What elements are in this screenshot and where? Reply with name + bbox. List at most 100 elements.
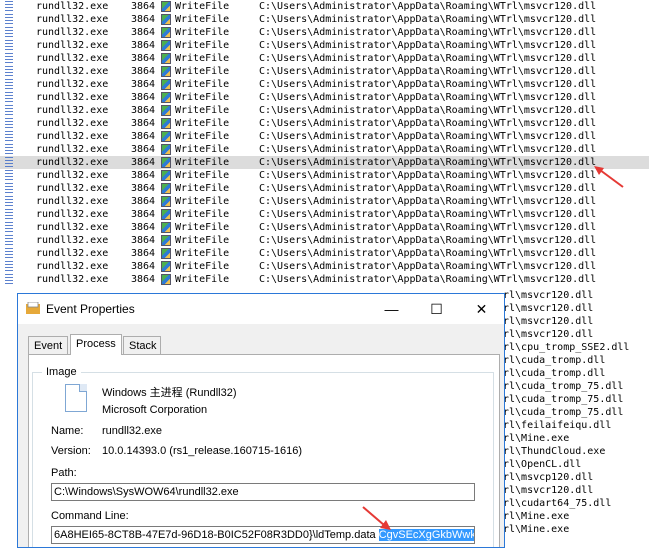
row-gutter-icon (2, 208, 16, 221)
event-row-path-tail[interactable]: rl\cuda_tromp_75.dll (503, 393, 623, 406)
event-row[interactable]: rundll32.exe 3864 WriteFile C:\Users\Admini… (0, 143, 649, 156)
path: C:\Users\Administrator\AppData\Roaming\W… (259, 14, 597, 25)
maximize-button[interactable]: ☐ (414, 294, 459, 324)
event-row[interactable]: rundll32.exe 3864 WriteFile C:\Users\Admini… (0, 104, 649, 117)
tab-stack[interactable]: Stack (123, 336, 161, 354)
pid: 3864 (131, 144, 156, 155)
operation: WriteFile (175, 183, 230, 194)
path: C:\Users\Administrator\AppData\Roaming\W… (259, 222, 597, 233)
write-file-icon (161, 131, 171, 142)
pid: 3864 (131, 79, 156, 90)
pid: 3864 (131, 222, 156, 233)
pid: 3864 (131, 131, 156, 142)
event-row[interactable]: rundll32.exe 3864 WriteFile C:\Users\Admini… (0, 169, 649, 182)
path: C:\Users\Administrator\AppData\Roaming\W… (259, 105, 597, 116)
row-gutter-icon (2, 78, 16, 91)
event-row-path-tail[interactable]: rl\msvcr120.dll (503, 328, 593, 341)
path: C:\Users\Administrator\AppData\Roaming\W… (259, 66, 597, 77)
event-row-path-tail[interactable]: rl\msvcr120.dll (503, 289, 593, 302)
file-icon (65, 384, 87, 412)
event-row[interactable]: rundll32.exe 3864 WriteFile C:\Users\Admini… (0, 273, 649, 286)
event-row[interactable]: rundll32.exe 3864 WriteFile C:\Users\Admini… (0, 39, 649, 52)
event-row-path-tail[interactable]: rl\msvcr120.dll (503, 484, 593, 497)
event-row[interactable]: rundll32.exe 3864 WriteFile C:\Users\Admini… (0, 260, 649, 273)
event-row[interactable]: rundll32.exe 3864 WriteFile C:\Users\Admini… (0, 208, 649, 221)
minimize-button[interactable]: — (369, 294, 414, 324)
dialog-title: Event Properties (46, 302, 135, 316)
operation: WriteFile (175, 105, 230, 116)
event-row-path-tail[interactable]: rl\Mine.exe (503, 523, 569, 536)
event-row-path-tail[interactable]: rl\msvcp120.dll (503, 471, 593, 484)
row-gutter-icon (2, 0, 16, 13)
event-row[interactable]: rundll32.exe 3864 WriteFile C:\Users\Admini… (0, 221, 649, 234)
company-name: Microsoft Corporation (102, 404, 208, 416)
event-row-path-tail[interactable]: rl\Mine.exe (503, 510, 569, 523)
write-file-icon (161, 105, 171, 116)
event-row-path-tail[interactable]: rl\cuda_tromp_75.dll (503, 406, 623, 419)
path-field[interactable]: C:\Windows\SysWOW64\rundll32.exe (51, 483, 475, 501)
event-row[interactable]: rundll32.exe 3864 WriteFile C:\Users\Admini… (0, 117, 649, 130)
event-row[interactable]: rundll32.exe 3864 WriteFile C:\Users\Admini… (0, 13, 649, 26)
write-file-icon (161, 144, 171, 155)
event-row-path-tail[interactable]: rl\cuda_tromp_75.dll (503, 380, 623, 393)
event-row-path-tail[interactable]: rl\OpenCL.dll (503, 458, 581, 471)
event-row[interactable]: rundll32.exe 3864 WriteFile C:\Users\Admini… (0, 52, 649, 65)
event-row[interactable]: rundll32.exe 3864 WriteFile C:\Users\Admini… (0, 0, 649, 13)
event-row[interactable]: rundll32.exe 3864 WriteFile C:\Users\Admini… (0, 130, 649, 143)
path: C:\Users\Administrator\AppData\Roaming\W… (259, 53, 597, 64)
path: C:\Users\Administrator\AppData\Roaming\W… (259, 40, 597, 51)
pid: 3864 (131, 209, 156, 220)
event-row-path-tail[interactable]: rl\cuda_tromp.dll (503, 367, 605, 380)
path: C:\Users\Administrator\AppData\Roaming\W… (259, 170, 597, 181)
pid: 3864 (131, 27, 156, 38)
event-row[interactable]: rundll32.exe 3864 WriteFile C:\Users\Admini… (0, 78, 649, 91)
row-gutter-icon (2, 195, 16, 208)
row-gutter-icon (2, 52, 16, 65)
path-label: Path: (51, 467, 77, 479)
row-gutter-icon (2, 234, 16, 247)
event-row[interactable]: rundll32.exe 3864 WriteFile C:\Users\Admini… (0, 182, 649, 195)
write-file-icon (161, 170, 171, 181)
event-row-path-tail[interactable]: rl\cuda_tromp.dll (503, 354, 605, 367)
event-row-path-tail[interactable]: rl\msvcr120.dll (503, 302, 593, 315)
close-button[interactable]: ✕ (459, 294, 504, 324)
command-line-field[interactable]: 6A8HEI65-8CT8B-47E7d-96D18-B0IC52F08R3DD… (51, 526, 475, 544)
event-row[interactable]: rundll32.exe 3864 WriteFile C:\Users\Admini… (0, 247, 649, 260)
pid: 3864 (131, 92, 156, 103)
row-gutter-icon (2, 130, 16, 143)
event-row-path-tail[interactable]: rl\Mine.exe (503, 432, 569, 445)
process-name: rundll32.exe (36, 170, 109, 181)
process-name: rundll32.exe (36, 183, 109, 194)
process-name: rundll32.exe (36, 14, 109, 25)
pid: 3864 (131, 248, 156, 259)
event-row-path-tail[interactable]: rl\ThundCloud.exe (503, 445, 605, 458)
pid: 3864 (131, 261, 156, 272)
event-row-path-tail[interactable]: rl\cudart64_75.dll (503, 497, 611, 510)
operation: WriteFile (175, 274, 230, 285)
event-row[interactable]: rundll32.exe 3864 WriteFile C:\Users\Admini… (0, 156, 649, 169)
event-row[interactable]: rundll32.exe 3864 WriteFile C:\Users\Admini… (0, 65, 649, 78)
write-file-icon (161, 222, 171, 233)
row-gutter-icon (2, 65, 16, 78)
event-row[interactable]: rundll32.exe 3864 WriteFile C:\Users\Admini… (0, 26, 649, 39)
event-row-path-tail[interactable]: rl\msvcr120.dll (503, 315, 593, 328)
operation: WriteFile (175, 261, 230, 272)
process-name: rundll32.exe (36, 118, 109, 129)
row-gutter-icon (2, 39, 16, 52)
event-row[interactable]: rundll32.exe 3864 WriteFile C:\Users\Admini… (0, 234, 649, 247)
event-row-path-tail[interactable]: rl\cpu_tromp_SSE2.dll (503, 341, 629, 354)
process-name: rundll32.exe (36, 79, 109, 90)
operation: WriteFile (175, 79, 230, 90)
row-gutter-icon (2, 169, 16, 182)
event-row[interactable]: rundll32.exe 3864 WriteFile C:\Users\Admini… (0, 91, 649, 104)
tab-process[interactable]: Process (70, 334, 122, 355)
event-row[interactable]: rundll32.exe 3864 WriteFile C:\Users\Admini… (0, 195, 649, 208)
event-row-path-tail[interactable]: rl\feilaifeiqu.dll (503, 419, 611, 432)
write-file-icon (161, 14, 171, 25)
path: C:\Users\Administrator\AppData\Roaming\W… (259, 79, 597, 90)
title-bar[interactable]: Event Properties — ☐ ✕ (18, 294, 504, 324)
tab-event[interactable]: Event (28, 336, 68, 354)
operation: WriteFile (175, 144, 230, 155)
process-name: rundll32.exe (36, 209, 109, 220)
row-gutter-icon (2, 156, 16, 169)
